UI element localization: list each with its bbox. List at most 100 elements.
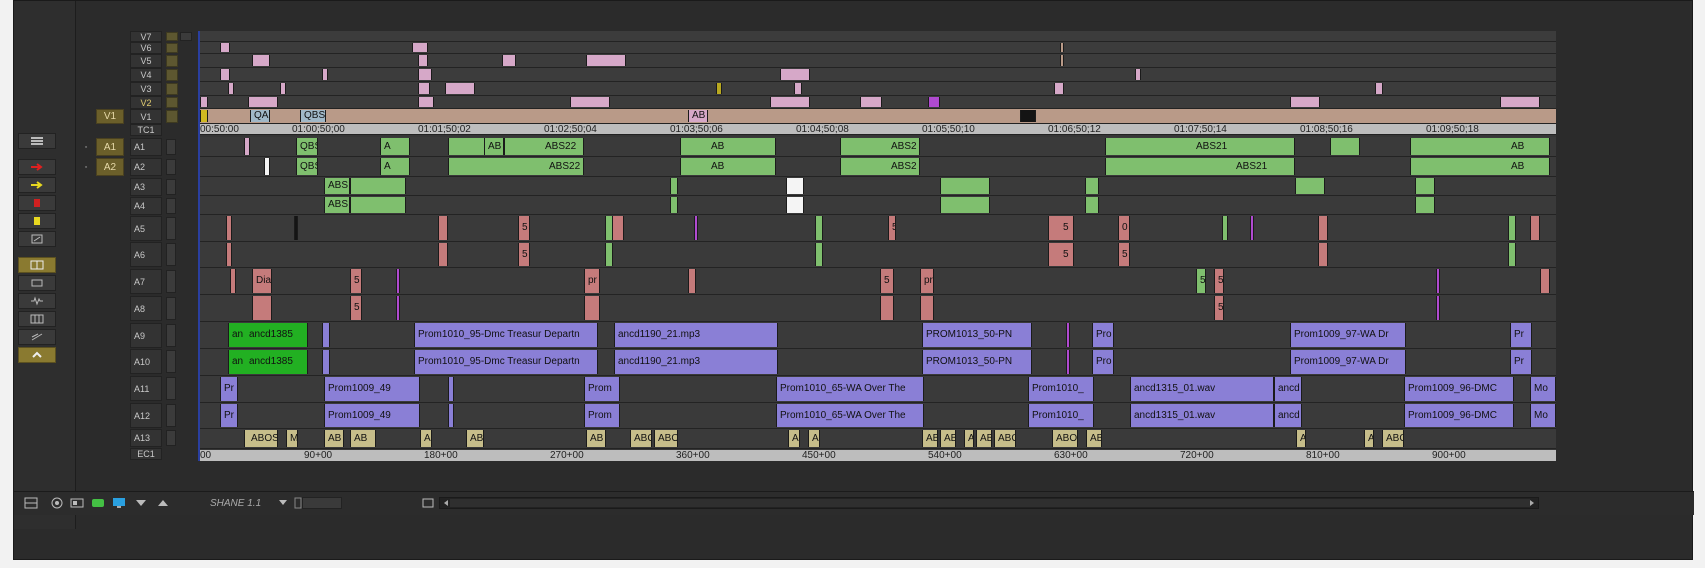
audio-clip[interactable]: ABS22	[448, 158, 584, 175]
audio-clip[interactable]: Prom1010_65-WA Over The	[776, 377, 924, 401]
audio-clip[interactable]	[448, 377, 454, 401]
video-clip[interactable]	[1500, 97, 1540, 107]
audio-clip[interactable]: Pr	[1510, 323, 1532, 347]
audio-clip[interactable]: ABS2	[840, 138, 920, 155]
audio-clip[interactable]	[244, 138, 250, 155]
track-a3[interactable]: ABS	[200, 177, 1558, 196]
video-clip[interactable]	[418, 97, 434, 107]
monitor-icon[interactable]	[166, 32, 178, 41]
track-v7[interactable]	[200, 31, 1558, 42]
audio-clip[interactable]	[350, 197, 406, 213]
track-header-a7[interactable]: A7	[76, 269, 198, 294]
video-clip[interactable]	[220, 43, 230, 52]
rec-enable-icon[interactable]: ▫	[76, 138, 96, 156]
track-header-a5[interactable]: A5	[76, 216, 198, 241]
source-track-a1[interactable]: A1	[96, 138, 124, 156]
audio-clip[interactable]: 5	[350, 296, 362, 320]
audio-clip[interactable]	[584, 296, 600, 320]
audio-clip[interactable]: Prom1010_95-Dmc Treasur Departn	[414, 323, 598, 347]
track-label[interactable]: A13	[130, 429, 162, 447]
audio-clip[interactable]: 5	[1048, 243, 1074, 266]
audio-clip[interactable]	[322, 323, 330, 347]
track-header-a3[interactable]: A3	[76, 178, 198, 196]
clip-icon[interactable]	[70, 497, 84, 509]
audio-clip[interactable]: QBS	[296, 158, 318, 175]
audio-clip[interactable]: A	[380, 138, 410, 155]
green-clip-icon[interactable]	[91, 497, 105, 509]
monitor-icon[interactable]	[166, 110, 178, 123]
audio-clip[interactable]: ABC	[994, 430, 1016, 447]
video-clip[interactable]	[418, 55, 428, 66]
video-clip[interactable]	[586, 55, 626, 66]
monitor-icon[interactable]	[166, 55, 178, 67]
audio-clip[interactable]: AB	[350, 430, 376, 447]
audio-clip[interactable]: AB	[680, 138, 776, 155]
audio-clip[interactable]: ABOS	[244, 430, 278, 447]
audio-clip[interactable]: 5	[1214, 269, 1224, 293]
audio-clip[interactable]: PROM1013_50-PN	[922, 350, 1032, 374]
timecode-ruler[interactable]: 00:50:00 01:00;50;00 01:01;50;02 01:02;5…	[200, 124, 1558, 135]
audio-clip[interactable]	[1508, 243, 1516, 266]
audio-clip[interactable]: ancd1315_01.wav	[1130, 404, 1274, 427]
audio-clip[interactable]: A	[788, 430, 800, 447]
monitor-icon[interactable]	[166, 69, 178, 81]
audio-clip[interactable]: AB	[1410, 138, 1550, 155]
audio-clip[interactable]	[694, 216, 698, 240]
audio-clip[interactable]: A	[964, 430, 974, 447]
audio-clip[interactable]	[294, 216, 298, 240]
track-header-a9[interactable]: A9	[76, 323, 198, 348]
track-v5[interactable]	[200, 54, 1558, 68]
audio-clip[interactable]	[670, 178, 678, 194]
solo-mute-icon[interactable]	[166, 159, 176, 175]
audio-clip[interactable]: 5	[518, 243, 530, 266]
audio-clip[interactable]	[1530, 216, 1540, 240]
track-header-a4[interactable]: A4	[76, 197, 198, 215]
audio-clip[interactable]: Prom	[584, 404, 620, 427]
audio-clip[interactable]: 5	[888, 216, 896, 240]
audio-clip[interactable]: pr	[584, 269, 600, 293]
audio-clip[interactable]: ABO	[654, 430, 678, 447]
audio-clip[interactable]: A	[1364, 430, 1374, 447]
audio-clip[interactable]: Prom1009_97-WA Dr	[1290, 350, 1406, 374]
audio-clip[interactable]	[448, 138, 488, 155]
audio-clip[interactable]	[688, 269, 696, 293]
video-clip[interactable]	[1054, 83, 1064, 94]
clip-frame-icon[interactable]	[18, 275, 56, 291]
audio-clip[interactable]	[1066, 323, 1070, 347]
source-track-a2[interactable]: A2	[96, 158, 124, 176]
audio-clip[interactable]: AB	[586, 430, 606, 447]
track-label[interactable]: A7	[130, 269, 162, 294]
audio-clip[interactable]: Prom1010_	[1028, 404, 1094, 427]
audio-clip[interactable]: ABS21	[1105, 138, 1295, 155]
audio-clip[interactable]: pr	[920, 269, 934, 293]
video-clip[interactable]	[794, 83, 802, 94]
track-header-a8[interactable]: A8	[76, 296, 198, 321]
audio-clip[interactable]	[786, 178, 804, 194]
audio-clip[interactable]: ABO	[1052, 430, 1078, 447]
track-header-v2[interactable]: V2	[76, 96, 198, 109]
solo-mute-icon[interactable]	[166, 377, 176, 400]
solo-mute-icon[interactable]	[166, 270, 176, 293]
audio-clip[interactable]: AB	[922, 430, 938, 447]
source-track-v1[interactable]: V1	[96, 109, 124, 124]
audio-clip[interactable]: Prom1010_65-WA Over The	[776, 404, 924, 427]
record-monitor-icon[interactable]	[50, 497, 64, 509]
lift-extract-icon[interactable]	[18, 347, 56, 363]
audio-clip[interactable]: Pr	[220, 404, 238, 427]
audio-clip[interactable]: Prom1009_96-DMC	[1404, 404, 1514, 427]
audio-clip[interactable]	[1295, 178, 1325, 194]
audio-clip[interactable]: A	[808, 430, 820, 447]
video-clip[interactable]	[200, 97, 208, 107]
track-header-v7[interactable]: V7	[76, 31, 198, 42]
track-a10[interactable]: an ancd1385 Prom1010_95-Dmc Treasur Depar…	[200, 349, 1558, 376]
audio-clip[interactable]: ancd	[1274, 404, 1302, 427]
track-label[interactable]: A10	[130, 349, 162, 374]
video-clip[interactable]	[1375, 83, 1383, 94]
audio-clip[interactable]	[940, 197, 990, 213]
audio-clip[interactable]: Prom1010_95-Dmc Treasur Departn	[414, 350, 598, 374]
lock-icon[interactable]	[180, 32, 192, 41]
audio-clip[interactable]	[815, 243, 823, 266]
horizontal-scrollbar[interactable]	[439, 497, 1539, 509]
audio-clip[interactable]: Prom1009_49	[324, 377, 420, 401]
audio-clip[interactable]	[1330, 138, 1360, 155]
